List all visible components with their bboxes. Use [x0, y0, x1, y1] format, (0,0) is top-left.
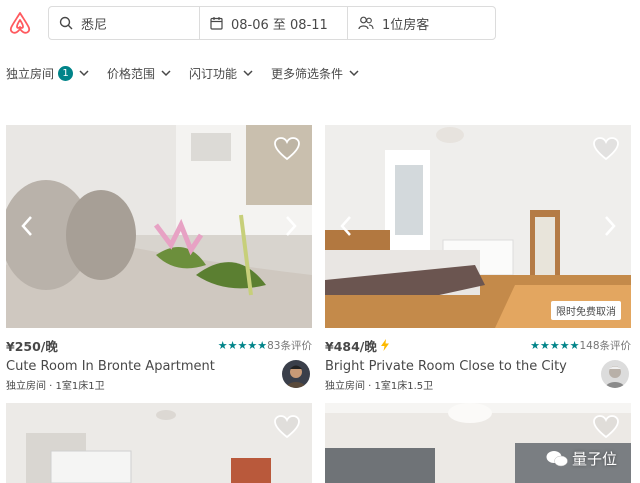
chevron-down-icon [161, 69, 171, 76]
star-icon: ★ [247, 338, 258, 352]
chevron-right-icon[interactable] [284, 215, 298, 237]
listing-photo[interactable] [6, 125, 312, 328]
heart-icon[interactable] [274, 137, 300, 161]
filter-bar: 独立房间 1 价格范围 闪订功能 更多筛选条件 [0, 62, 371, 84]
filter-label: 价格范围 [107, 66, 156, 81]
price-per-night: ¥250/晚 [6, 338, 58, 354]
location-field[interactable]: 悉尼 [49, 7, 199, 39]
price-rating-row: ¥484/晚 ★ ★ ★ ★ ★ 148条评价 [325, 337, 631, 354]
location-value: 悉尼 [81, 17, 108, 33]
watermark-text: 量子位 [571, 450, 617, 468]
chevron-down-icon [243, 69, 253, 76]
review-count: 83条评价 [267, 339, 312, 352]
chevron-left-icon[interactable] [339, 215, 353, 237]
listing-meta: 独立房间 · 1室1床1.5卫 [325, 381, 434, 392]
star-icon: ★ [569, 338, 580, 352]
instant-book-icon [380, 339, 389, 351]
star-icon: ★ [530, 338, 540, 352]
search-icon [59, 16, 73, 30]
heart-icon[interactable] [274, 415, 300, 439]
star-icon: ★ [227, 338, 238, 352]
star-icon: ★ [257, 338, 268, 352]
dates-value: 08-06 至 08-11 [231, 17, 328, 33]
guests-value: 1位房客 [382, 17, 430, 33]
star-icon: ★ [237, 338, 248, 352]
bedroom-photo [325, 125, 631, 328]
listing-title[interactable]: Cute Room In Bronte Apartment [6, 359, 215, 374]
dates-field[interactable]: 08-06 至 08-11 [199, 7, 347, 39]
filter-room-type[interactable]: 独立房间 1 [6, 65, 89, 82]
search-bar: 悉尼 08-06 至 08-11 1位房客 [48, 6, 496, 40]
review-count: 148条评价 [579, 339, 631, 352]
watermark: 量子位 [546, 448, 617, 469]
bedroom-photo [6, 125, 312, 328]
listing-title[interactable]: Bright Private Room Close to the City [325, 359, 567, 374]
listing-photo[interactable]: 量子位 [325, 403, 631, 483]
rating: ★ ★ ★ ★ ★ 83条评价 [218, 338, 312, 353]
room-photo [6, 403, 312, 483]
listing-photo[interactable]: 限时免费取消 [325, 125, 631, 328]
chevron-down-icon [349, 69, 359, 76]
star-icon: ★ [549, 338, 560, 352]
heart-icon[interactable] [593, 137, 619, 161]
star-icon: ★ [539, 338, 550, 352]
star-icon: ★ [217, 338, 228, 352]
host-avatar[interactable] [601, 360, 629, 388]
chevron-down-icon [79, 69, 89, 76]
rating: ★ ★ ★ ★ ★ 148条评价 [530, 338, 631, 353]
filter-label: 更多筛选条件 [271, 66, 344, 81]
room-photo [325, 403, 631, 483]
free-cancellation-badge: 限时免费取消 [551, 301, 621, 320]
filter-label: 独立房间 [6, 66, 55, 81]
listing-photo[interactable] [6, 403, 312, 483]
heart-icon[interactable] [593, 415, 619, 439]
filter-more[interactable]: 更多筛选条件 [271, 65, 359, 82]
filter-instant-book[interactable]: 闪订功能 [189, 65, 253, 82]
price-rating-row: ¥250/晚 ★ ★ ★ ★ ★ 83条评价 [6, 337, 312, 354]
listing-meta: 独立房间 · 1室1床1卫 [6, 381, 105, 392]
filter-count-badge: 1 [58, 65, 74, 81]
calendar-icon [210, 17, 223, 30]
top-bar: 悉尼 08-06 至 08-11 1位房客 [0, 0, 640, 48]
filter-label: 闪订功能 [189, 66, 238, 81]
guests-field[interactable]: 1位房客 [347, 7, 495, 39]
chevron-right-icon[interactable] [603, 215, 617, 237]
airbnb-logo-icon[interactable] [8, 10, 32, 36]
filter-price-range[interactable]: 价格范围 [107, 65, 171, 82]
host-avatar[interactable] [282, 360, 310, 388]
guests-icon [358, 16, 374, 30]
price-per-night: ¥484/晚 [325, 338, 377, 354]
star-icon: ★ [559, 338, 570, 352]
chevron-left-icon[interactable] [20, 215, 34, 237]
wechat-icon [546, 450, 568, 466]
